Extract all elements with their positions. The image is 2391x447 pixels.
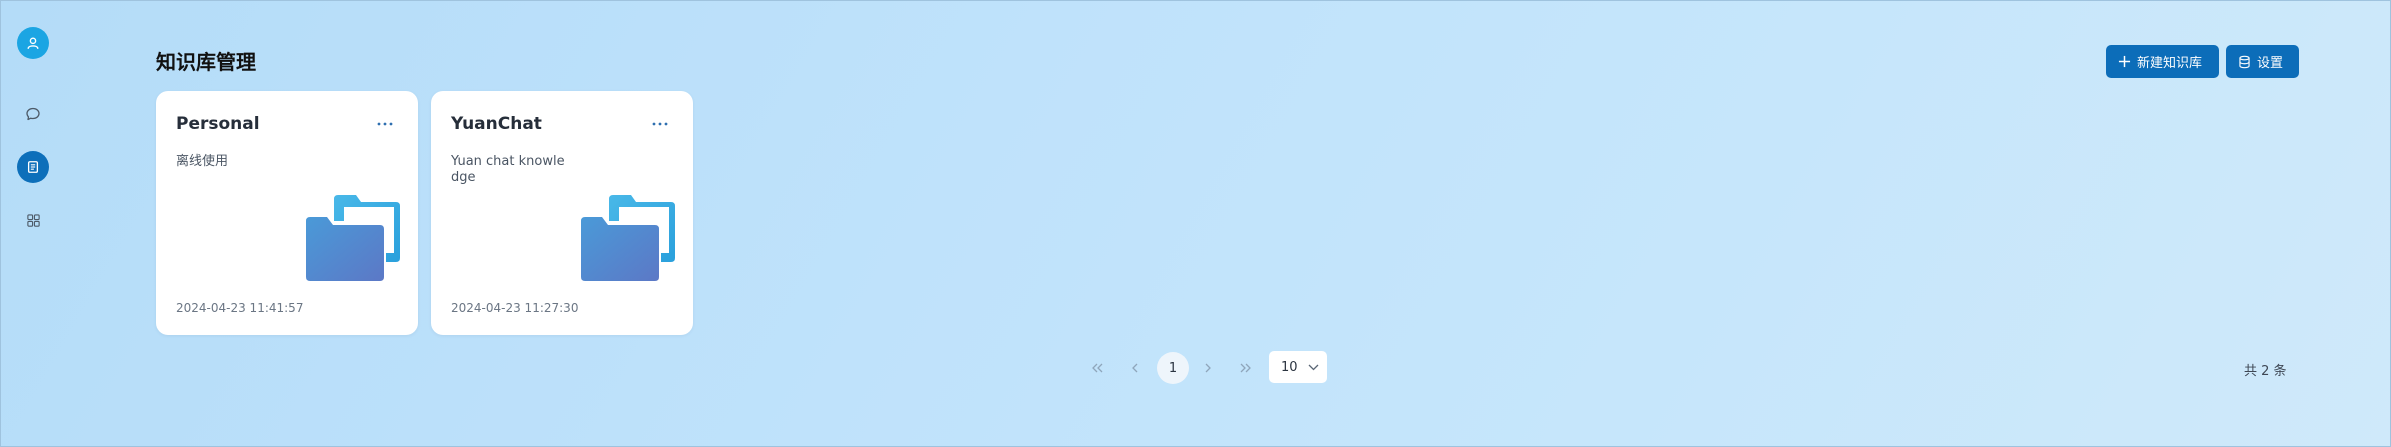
page-title: 知识库管理 [156, 50, 256, 74]
new-knowledge-base-label: 新建知识库 [2137, 56, 2203, 71]
card-description: 离线使用 [176, 154, 229, 169]
chat-bubble-icon [26, 107, 40, 121]
last-page-button[interactable] [1230, 353, 1260, 383]
card-title: Personal [176, 114, 260, 134]
settings-label: 设置 [2257, 56, 2284, 71]
page-number-button[interactable]: 1 [1157, 352, 1189, 384]
sidebar-item-knowledge-base[interactable] [17, 151, 49, 183]
more-options-icon[interactable] [374, 116, 396, 132]
database-icon [2239, 55, 2250, 68]
total-count: 共 2 条 [2244, 364, 2287, 379]
folder-icon [304, 195, 400, 283]
new-knowledge-base-button[interactable]: 新建知识库 [2106, 45, 2219, 78]
page-size-value: 10 [1281, 359, 1298, 375]
sidebar [0, 0, 66, 447]
settings-button[interactable]: 设置 [2226, 45, 2299, 78]
user-icon [27, 37, 39, 49]
chevron-down-icon [1308, 364, 1319, 370]
page-size-select[interactable]: 10 [1269, 351, 1327, 383]
chevron-right-icon [1205, 363, 1211, 373]
more-options-icon[interactable] [649, 116, 671, 132]
double-chevron-left-icon [1092, 363, 1103, 373]
chevron-left-icon [1132, 363, 1138, 373]
sidebar-item-apps[interactable] [17, 204, 49, 236]
next-page-button[interactable] [1193, 353, 1223, 383]
grid-icon [26, 213, 40, 227]
card-timestamp: 2024-04-23 11:27:30 [451, 301, 579, 315]
plus-icon [2118, 55, 2131, 68]
double-chevron-right-icon [1240, 363, 1251, 373]
knowledge-base-card[interactable]: Personal 离线使用 2024-04-23 11:41:57 [156, 91, 418, 335]
user-avatar-button[interactable] [17, 27, 49, 59]
card-title: YuanChat [451, 114, 542, 134]
first-page-button[interactable] [1083, 353, 1113, 383]
card-timestamp: 2024-04-23 11:41:57 [176, 301, 304, 315]
book-icon [27, 161, 39, 173]
card-description: Yuan chat knowledge [451, 154, 565, 185]
knowledge-base-card[interactable]: YuanChat Yuan chat knowledge 2024-04-23 … [431, 91, 693, 335]
folder-icon [579, 195, 675, 283]
sidebar-item-chat[interactable] [17, 98, 49, 130]
previous-page-button[interactable] [1120, 353, 1150, 383]
